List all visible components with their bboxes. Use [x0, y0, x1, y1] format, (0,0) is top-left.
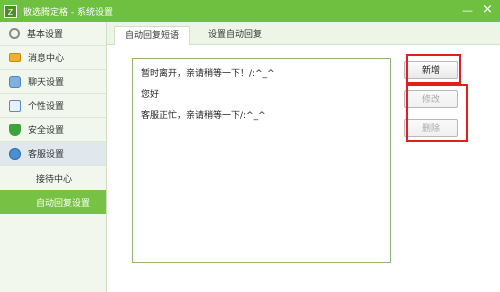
chat-icon [9, 75, 21, 88]
sidebar-subitem-reception[interactable]: 接待中心 [0, 166, 106, 190]
sidebar-item-chat[interactable]: 聊天设置 [0, 70, 106, 94]
sidebar-item-label: 个性设置 [28, 102, 65, 112]
window-title: 散选腾定格 - 系统设置 [23, 7, 113, 18]
sidebar-item-label: 聊天设置 [28, 78, 65, 88]
sidebar-item-label: 消息中心 [28, 54, 65, 64]
shield-icon [9, 123, 21, 136]
app-logo-icon: Z [4, 4, 17, 18]
sidebar-item-customer-service[interactable]: 客服设置 [0, 142, 106, 166]
globe-icon [9, 147, 21, 160]
sidebar-item-personalize[interactable]: 个性设置 [0, 94, 106, 118]
list-item[interactable]: 暂时离开，亲请稍等一下！/:^_^ [141, 66, 275, 79]
delete-button[interactable]: 删除 [404, 119, 458, 137]
sidebar-item-messages[interactable]: 消息中心 [0, 46, 106, 70]
personalize-icon [9, 99, 21, 112]
tab-set-auto-reply[interactable]: 设置自动回复 [198, 26, 272, 45]
phrase-list[interactable]: 暂时离开，亲请稍等一下！/:^_^ 您好 客服正忙，亲请稍等一下/:^_^ [132, 58, 391, 263]
minimize-button[interactable]: — [462, 5, 473, 17]
close-button[interactable]: × [482, 3, 493, 16]
list-item[interactable]: 您好 [141, 87, 159, 100]
sidebar-item-label: 客服设置 [28, 150, 65, 160]
sidebar-item-label: 安全设置 [28, 126, 65, 136]
mail-icon [9, 53, 21, 62]
settings-sidebar: 基本设置 消息中心 聊天设置 个性设置 安全设置 客服设置 接待中心 自动回复设… [0, 22, 107, 292]
list-item[interactable]: 客服正忙，亲请稍等一下/:^_^ [141, 108, 266, 121]
sidebar-item-basic[interactable]: 基本设置 [0, 22, 106, 46]
title-bar: Z 散选腾定格 - 系统设置 — × [0, 0, 500, 22]
gear-icon [9, 28, 20, 39]
sidebar-item-label: 基本设置 [27, 30, 64, 40]
tab-bar: 自动回复短语 设置自动回复 [107, 22, 500, 45]
tab-auto-reply-phrases[interactable]: 自动回复短语 [114, 26, 191, 45]
add-button[interactable]: 新增 [404, 61, 458, 79]
sidebar-subitem-auto-reply[interactable]: 自动回复设置 [0, 190, 106, 214]
sidebar-item-security[interactable]: 安全设置 [0, 118, 106, 142]
edit-button[interactable]: 修改 [404, 90, 458, 108]
